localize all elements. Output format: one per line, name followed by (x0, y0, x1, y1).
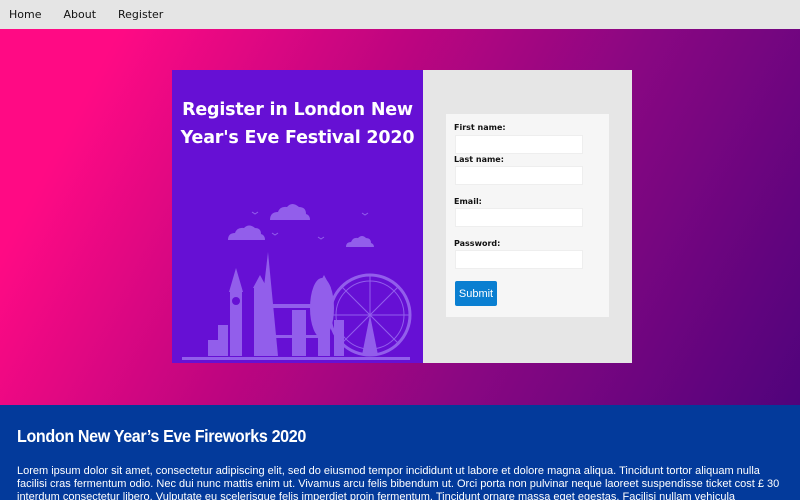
promo-panel: Register in London New Year's Eve Festiv… (172, 70, 423, 363)
info-paragraph: Lorem ipsum dolor sit amet, consectetur … (17, 465, 780, 500)
top-navbar: Home About Register (0, 0, 800, 29)
last-name-label: Last name: (454, 155, 504, 164)
form-panel: First name: Last name: Email: Password: … (423, 70, 632, 363)
promo-title: Register in London New Year's Eve Festiv… (180, 100, 415, 148)
info-section: London New Year’s Eve Fireworks 2020 Lor… (0, 405, 800, 500)
registration-form: First name: Last name: Email: Password: … (446, 114, 609, 317)
nav-register-link[interactable]: Register (118, 8, 163, 21)
first-name-label: First name: (454, 123, 506, 132)
first-name-input[interactable] (455, 135, 583, 154)
email-input[interactable] (455, 208, 583, 227)
hero-section: Register in London New Year's Eve Festiv… (0, 29, 800, 405)
registration-card: Register in London New Year's Eve Festiv… (172, 70, 632, 363)
info-heading: London New Year’s Eve Fireworks 2020 (17, 426, 306, 446)
nav-home-link[interactable]: Home (9, 8, 41, 21)
submit-button[interactable]: Submit (455, 281, 497, 306)
nav-about-link[interactable]: About (63, 8, 96, 21)
last-name-input[interactable] (455, 166, 583, 185)
email-label: Email: (454, 197, 482, 206)
password-input[interactable] (455, 250, 583, 269)
password-label: Password: (454, 239, 501, 248)
